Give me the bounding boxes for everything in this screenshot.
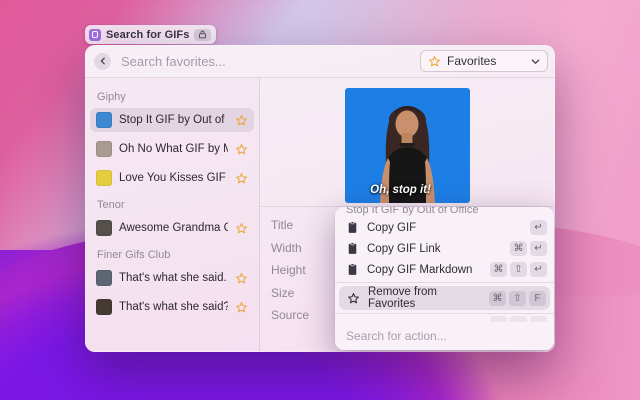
favorite-star-icon[interactable] xyxy=(235,272,248,285)
gif-title: Oh No What GIF by Major Le... xyxy=(119,143,228,155)
keycap-shift: ⇧ xyxy=(509,291,526,306)
gif-thumbnail xyxy=(96,299,112,315)
section-header-tenor: Tenor xyxy=(97,199,247,211)
menu-item-label: Remove from Favorites xyxy=(368,286,481,310)
gif-list-item[interactable]: Love You Kisses GIF by Ted... xyxy=(90,166,254,190)
gif-caption-text: Oh, stop it! xyxy=(345,184,456,196)
menu-item-copy-gif-markdown[interactable]: Copy GIF Markdown ⌘ ⇧ ↵ xyxy=(335,259,554,280)
favorite-star-icon[interactable] xyxy=(235,301,248,314)
star-icon xyxy=(428,55,441,68)
gif-preview-zone: Oh, stop it! xyxy=(260,78,555,207)
chevron-down-icon xyxy=(531,57,540,66)
menu-divider xyxy=(335,313,554,314)
favorite-star-icon[interactable] xyxy=(235,172,248,185)
gif-title: Stop It GIF by Out of Office xyxy=(119,114,228,126)
menu-item-copy-gif-link[interactable]: Copy GIF Link ⌘ ↵ xyxy=(335,238,554,259)
menu-item-label: Copy GIF Markdown xyxy=(367,264,472,276)
gif-title: That's what she said. xyxy=(119,272,228,284)
gif-thumbnail xyxy=(96,220,112,236)
back-button[interactable] xyxy=(94,53,111,70)
favorites-list: Giphy Stop It GIF by Out of Office Oh No… xyxy=(85,78,260,351)
dropdown-selected-value: Favorites xyxy=(447,54,496,68)
gif-thumbnail xyxy=(96,170,112,186)
menu-item-label: Copy GIF Link xyxy=(367,243,441,255)
keycap-return: ↵ xyxy=(530,220,547,235)
search-input[interactable]: Search favorites... xyxy=(121,54,226,69)
gif-list-item[interactable]: Awesome Grandma GIF xyxy=(90,216,254,240)
star-icon xyxy=(347,292,360,305)
gif-title: Love You Kisses GIF by Ted... xyxy=(119,172,228,184)
section-header-giphy: Giphy xyxy=(97,91,247,103)
keycap-return: ↵ xyxy=(530,262,547,277)
clipboard-icon xyxy=(346,263,359,276)
favorites-dropdown[interactable]: Favorites xyxy=(420,50,548,72)
clipped-menu-item-keys xyxy=(335,316,554,322)
gif-preview-image: Oh, stop it! xyxy=(345,88,470,203)
gif-list-item[interactable]: Stop It GIF by Out of Office xyxy=(90,108,254,132)
command-title-pill[interactable]: Search for GIFs xyxy=(85,25,216,44)
keycap-return: ↵ xyxy=(530,241,547,256)
gif-title: That's what she said? xyxy=(119,301,228,313)
gif-list-item[interactable]: That's what she said. xyxy=(90,266,254,290)
keycap-command: ⌘ xyxy=(489,291,506,306)
favorite-star-icon[interactable] xyxy=(235,143,248,156)
action-search-input[interactable]: Search for action... xyxy=(335,322,554,350)
favorite-star-icon[interactable] xyxy=(235,222,248,235)
gif-extension-icon xyxy=(89,29,101,41)
gif-search-window: Search favorites... Favorites Giphy Stop… xyxy=(85,45,555,352)
menu-item-label: Copy GIF xyxy=(367,222,416,234)
section-header-finer-gifs-club: Finer Gifs Club xyxy=(97,249,247,261)
keycap-command: ⌘ xyxy=(490,262,507,277)
clipboard-icon xyxy=(346,221,359,234)
keycap-f: F xyxy=(529,291,546,306)
menu-item-copy-gif[interactable]: Copy GIF ↵ xyxy=(335,217,554,238)
gif-thumbnail xyxy=(96,141,112,157)
keycap-command: ⌘ xyxy=(510,241,527,256)
menu-divider xyxy=(335,282,554,283)
search-bar: Search favorites... Favorites xyxy=(85,45,555,78)
clipboard-icon xyxy=(346,242,359,255)
gif-list-item[interactable]: Oh No What GIF by Major Le... xyxy=(90,137,254,161)
gif-thumbnail xyxy=(96,112,112,128)
gif-thumbnail xyxy=(96,270,112,286)
gif-list-item[interactable]: That's what she said? xyxy=(90,295,254,319)
actions-menu: Stop It GIF by Out of Office Copy GIF ↵ … xyxy=(335,207,554,350)
command-title: Search for GIFs xyxy=(106,29,189,41)
menu-item-remove-from-favorites[interactable]: Remove from Favorites ⌘ ⇧ F xyxy=(339,286,550,310)
keycap-shift: ⇧ xyxy=(510,262,527,277)
chevron-left-icon xyxy=(99,57,107,65)
favorite-star-icon[interactable] xyxy=(235,114,248,127)
actions-menu-header: Stop It GIF by Out of Office xyxy=(335,207,554,217)
gif-title: Awesome Grandma GIF xyxy=(119,222,228,234)
lock-icon xyxy=(194,29,211,41)
